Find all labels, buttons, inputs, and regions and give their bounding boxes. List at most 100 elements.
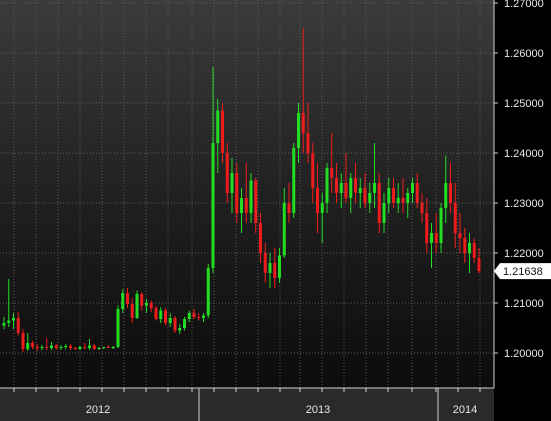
y-tick-label: 1.27000 — [504, 0, 544, 10]
candle-body — [453, 203, 457, 233]
candle-body — [149, 303, 153, 308]
candle-body — [354, 178, 357, 193]
y-tick-label: 1.24000 — [504, 148, 544, 160]
candle — [164, 308, 167, 326]
candle-body — [377, 183, 381, 223]
candle-body — [240, 198, 243, 213]
chart-svg: 1.20000 1.21000 1.22000 1.23000 1.24000 1.250… — [0, 0, 551, 421]
x-axis-band — [0, 388, 494, 421]
candle-body — [268, 263, 272, 273]
candle-body — [168, 318, 172, 323]
candle — [292, 143, 296, 218]
candle-body — [297, 113, 300, 148]
candle-body — [192, 313, 196, 317]
candle-body — [230, 173, 234, 193]
candle-body — [415, 183, 419, 203]
candle-body — [88, 345, 91, 348]
candle-body — [249, 180, 253, 213]
candle-body — [363, 188, 367, 203]
candle-body — [154, 308, 158, 319]
last-price-value: 1.21638 — [503, 266, 543, 278]
candle-body — [7, 320, 11, 323]
candle-body — [411, 183, 414, 193]
candle-body — [54, 345, 58, 348]
candle-body — [83, 347, 87, 348]
candle-body — [173, 318, 177, 331]
candle-body — [287, 203, 291, 213]
candle-body — [368, 193, 372, 203]
candle-body — [26, 343, 30, 349]
candle-body — [472, 243, 476, 258]
candle-body — [458, 233, 462, 238]
y-tick-label: 1.22000 — [504, 248, 544, 260]
candle-body — [216, 110, 220, 143]
candle-body — [278, 255, 281, 278]
candle-body — [21, 333, 25, 349]
candle — [116, 305, 120, 348]
candle-body — [159, 310, 163, 319]
candle-body — [244, 198, 248, 213]
candle-body — [107, 347, 110, 348]
candle-body — [97, 348, 101, 349]
y-tick-label: 1.20000 — [504, 348, 544, 360]
candle-body — [434, 233, 438, 243]
last-price-label: 1.21638 — [494, 263, 551, 280]
candle-body — [92, 345, 96, 349]
candle-body — [187, 313, 191, 319]
candle-body — [330, 168, 334, 178]
candle-body — [430, 233, 433, 243]
candle-body — [121, 293, 125, 309]
candle-body — [130, 304, 134, 318]
candle-body — [126, 293, 129, 304]
candle-body — [373, 183, 376, 193]
candle-body — [202, 315, 205, 318]
candle-body — [406, 193, 410, 203]
candle-body — [102, 347, 106, 348]
candle-body — [45, 347, 49, 348]
candle-body — [425, 213, 429, 243]
candle-body — [358, 188, 362, 193]
candle-body — [477, 258, 481, 271]
candle-body — [145, 303, 148, 306]
candle-body — [31, 343, 34, 347]
candle-body — [111, 347, 115, 348]
candle-body — [335, 178, 338, 193]
candle-body — [468, 243, 471, 253]
candle-body — [306, 133, 310, 153]
candle-body — [392, 188, 395, 203]
candle-body — [292, 148, 296, 213]
candle-body — [221, 110, 224, 153]
candle-body — [140, 294, 144, 306]
candle-body — [339, 183, 343, 193]
candle-body — [183, 319, 186, 328]
candle-body — [420, 203, 424, 213]
candle-body — [259, 223, 262, 253]
candle-body — [463, 238, 467, 253]
y-tick-label: 1.21000 — [504, 298, 544, 310]
candle-body — [263, 253, 267, 273]
candle-body — [349, 178, 353, 198]
x-year-label: 2013 — [306, 404, 330, 416]
x-year-label: 2014 — [453, 404, 477, 416]
candle-body — [439, 208, 443, 243]
candle-body — [50, 345, 53, 348]
candle-body — [211, 143, 215, 268]
candle — [135, 290, 139, 319]
candle-body — [382, 203, 386, 223]
candle-body — [316, 188, 319, 213]
candle-body — [273, 263, 277, 278]
candle-body — [73, 348, 77, 349]
candle-body — [116, 309, 120, 347]
candle-body — [135, 294, 139, 318]
candle-body — [35, 347, 39, 348]
candle-body — [396, 198, 400, 203]
plot-area — [0, 0, 494, 388]
candle-body — [69, 346, 72, 348]
candle-body — [444, 183, 448, 208]
candle-body — [197, 317, 201, 318]
candle-body — [282, 203, 286, 256]
candle-body — [12, 318, 15, 321]
candlestick-chart: 1.20000 1.21000 1.22000 1.23000 1.24000 1.250… — [0, 0, 551, 421]
candle-body — [320, 203, 324, 213]
candle-body — [40, 347, 44, 348]
